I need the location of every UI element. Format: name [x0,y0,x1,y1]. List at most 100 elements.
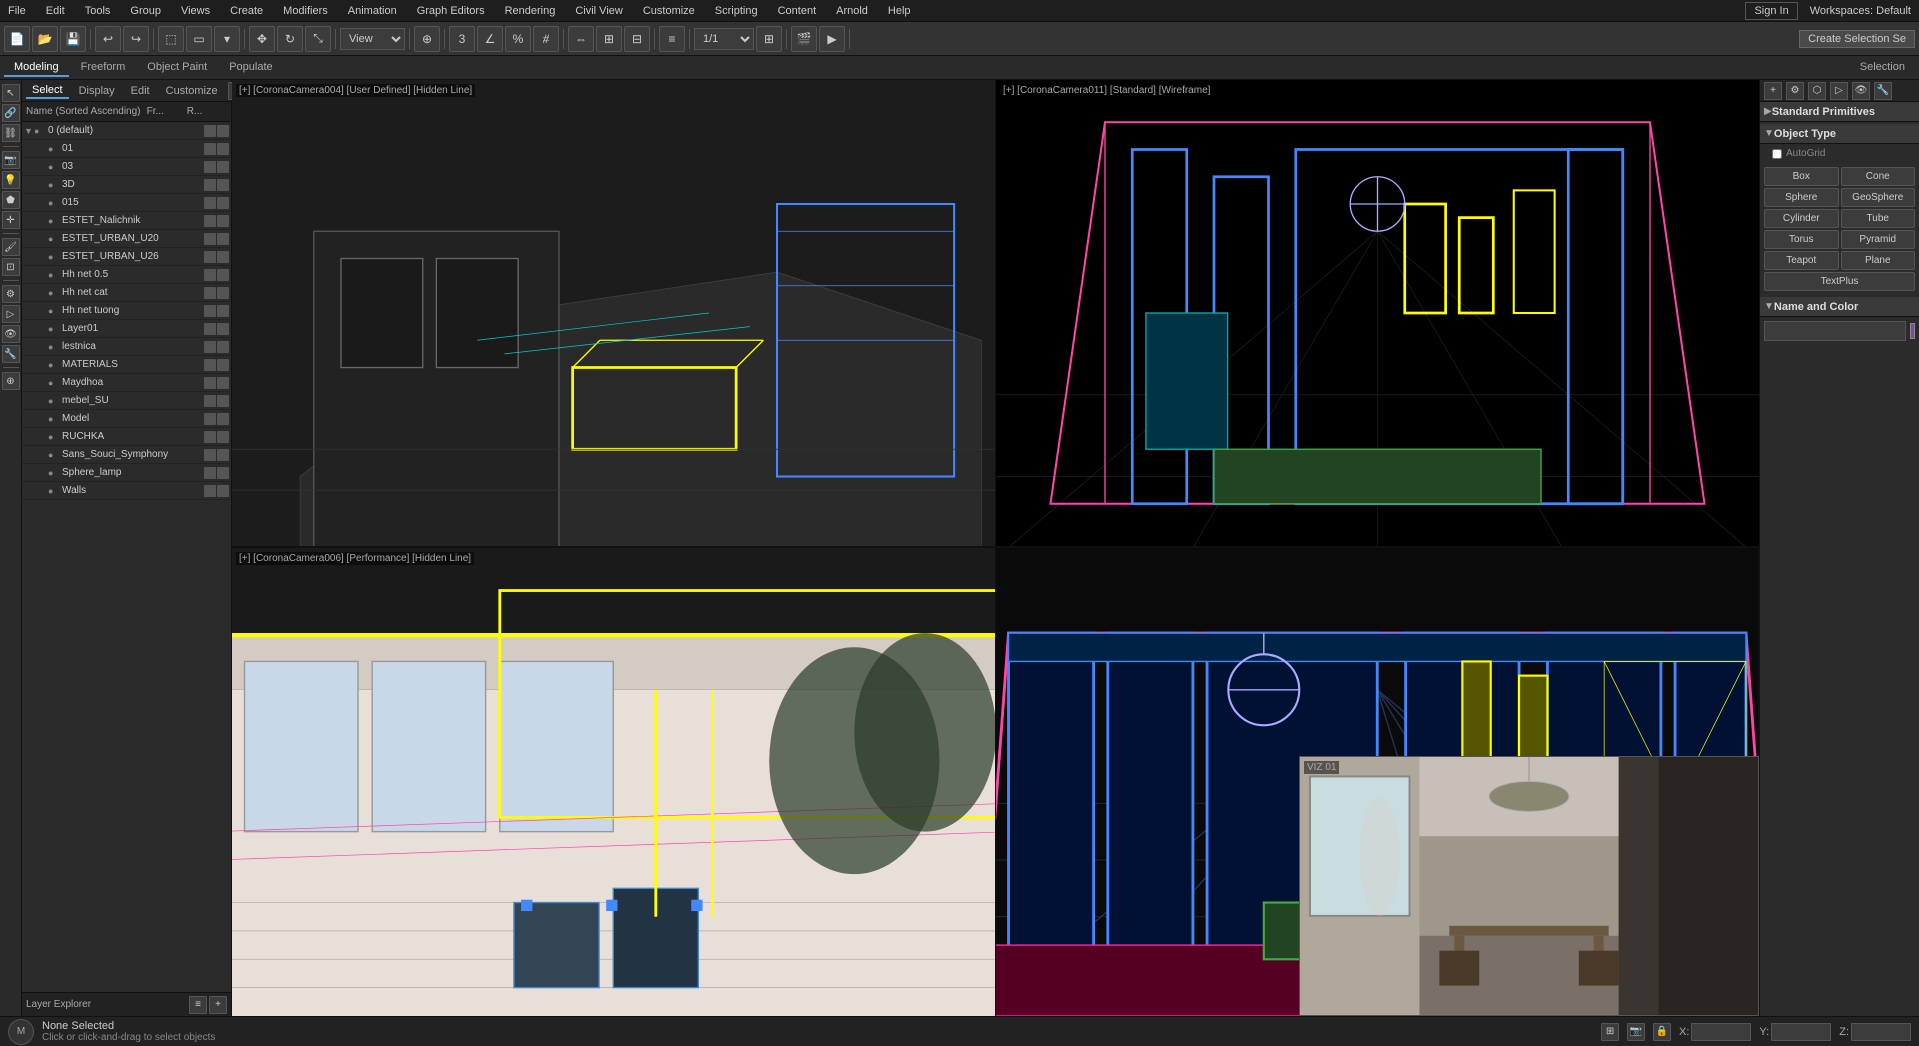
scene-row[interactable]: ●ESTET_Nalichnik [22,212,231,230]
lt-shapes[interactable]: ⬟ [2,191,20,209]
snap-percent-button[interactable]: % [505,26,531,52]
select-filter-dropdown[interactable]: ▾ [214,26,240,52]
scale-button[interactable]: ⤡ [305,26,331,52]
row-visibility-icon[interactable]: ● [48,216,62,226]
tab-selection[interactable]: Selection [1850,59,1915,77]
menu-scripting[interactable]: Scripting [711,3,762,19]
scene-row[interactable]: ●03 [22,158,231,176]
row-render-icon[interactable] [217,395,229,407]
menu-create[interactable]: Create [226,3,267,19]
row-freeze-icon[interactable] [204,161,216,173]
row-visibility-icon[interactable]: ● [48,234,62,244]
rp-btn-sphere[interactable]: Sphere [1764,188,1839,207]
scene-row[interactable]: ●RUCHKA [22,428,231,446]
scene-row[interactable]: ●3D [22,176,231,194]
row-visibility-icon[interactable]: ● [48,378,62,388]
row-render-icon[interactable] [217,197,229,209]
view-dropdown[interactable]: 1/1 [694,28,754,50]
menu-tools[interactable]: Tools [81,3,115,19]
col-name[interactable]: Name (Sorted Ascending) [26,106,147,117]
rp-section-primitives-header[interactable]: ▶ Standard Primitives [1760,102,1919,122]
reference-coord-dropdown[interactable]: View World Screen [340,28,405,50]
redo-button[interactable] [123,26,149,52]
tab-modeling[interactable]: Modeling [4,59,69,77]
coord-z-input[interactable] [1851,1023,1911,1041]
rotate-button[interactable]: ↻ [277,26,303,52]
row-render-icon[interactable] [217,413,229,425]
rp-create-icon[interactable]: + [1764,82,1782,100]
row-visibility-icon[interactable]: ● [48,414,62,424]
row-visibility-icon[interactable]: ● [48,180,62,190]
scene-row[interactable]: ●ESTET_URBAN_U20 [22,230,231,248]
menu-file[interactable]: File [4,3,30,19]
viz-viewport[interactable]: VIZ 01 📷 ⚙ [1299,756,1759,1016]
viewport-camera006[interactable]: [+] [CoronaCamera006] [Performance] [Hid… [232,548,996,1016]
save-button[interactable]: 💾 [60,26,86,52]
row-freeze-icon[interactable] [204,251,216,263]
row-visibility-icon[interactable]: ● [48,450,62,460]
rp-btn-plane[interactable]: Plane [1841,251,1916,270]
menu-modifiers[interactable]: Modifiers [279,3,332,19]
lt-camera[interactable]: 📷 [2,151,20,169]
snap-spinner-button[interactable]: ⧣ [533,26,559,52]
row-freeze-icon[interactable] [204,413,216,425]
row-freeze-icon[interactable] [204,359,216,371]
rp-section-name-color-header[interactable]: ▼ Name and Color [1760,297,1919,317]
scene-row[interactable]: ●01 [22,140,231,158]
tab-freeform[interactable]: Freeform [71,59,136,77]
row-freeze-icon[interactable] [204,269,216,281]
row-render-icon[interactable] [217,143,229,155]
row-visibility-icon[interactable]: ● [48,468,62,478]
row-render-icon[interactable] [217,287,229,299]
col-freeze[interactable]: Fr... [147,106,187,117]
menu-help[interactable]: Help [884,3,915,19]
row-freeze-icon[interactable] [204,179,216,191]
row-render-icon[interactable] [217,233,229,245]
row-render-icon[interactable] [217,125,229,137]
se-footer-btn2[interactable]: + [209,996,227,1014]
create-selection-set-button[interactable]: Create Selection Se [1799,30,1915,48]
autogrid-checkbox[interactable] [1772,149,1782,159]
row-freeze-icon[interactable] [204,431,216,443]
menu-graph-editors[interactable]: Graph Editors [413,3,489,19]
se-tab-select[interactable]: Select [26,83,69,99]
coord-y-input[interactable] [1771,1023,1831,1041]
row-expand-icon[interactable]: ▼ [24,126,34,136]
scene-row[interactable]: ●015 [22,194,231,212]
status-viewport-icon2[interactable]: 📷 [1627,1023,1645,1041]
status-viewport-icon3[interactable]: 🔒 [1653,1023,1671,1041]
rp-motion-icon[interactable]: ▷ [1830,82,1848,100]
row-visibility-icon[interactable]: ● [48,144,62,154]
scene-row[interactable]: ●Model [22,410,231,428]
menu-views[interactable]: Views [177,3,214,19]
menu-arnold[interactable]: Arnold [832,3,872,19]
row-render-icon[interactable] [217,449,229,461]
array-button[interactable]: ⊞ [596,26,622,52]
scene-row[interactable]: ●mebel_SU [22,392,231,410]
row-freeze-icon[interactable] [204,485,216,497]
lt-modifier[interactable]: ⊡ [2,258,20,276]
viewport-camera011[interactable]: [+] [CoronaCamera011] [Standard] [Wirefr… [996,80,1759,546]
mirror-button[interactable]: ⇔ [568,26,594,52]
row-render-icon[interactable] [217,431,229,443]
snap-3d-button[interactable]: 3 [449,26,475,52]
rp-btn-geosphere[interactable]: GeoSphere [1841,188,1916,207]
row-visibility-icon[interactable]: ● [48,486,62,496]
se-tab-display[interactable]: Display [73,84,121,98]
lt-hierarchy[interactable]: ⚙ [2,285,20,303]
rp-btn-pyramid[interactable]: Pyramid [1841,230,1916,249]
row-freeze-icon[interactable] [204,143,216,155]
lt-utilities[interactable]: 🔧 [2,345,20,363]
scene-row[interactable]: ●Hh net tuong [22,302,231,320]
viewport-camera004[interactable]: [+] [CoronaCamera004] [User Defined] [Hi… [232,80,996,546]
select-button[interactable]: ⬚ [158,26,184,52]
row-visibility-icon[interactable]: ● [34,126,48,136]
scene-row[interactable]: ●Sphere_lamp [22,464,231,482]
lt-unlink[interactable]: ⛓ [2,124,20,142]
row-render-icon[interactable] [217,179,229,191]
se-footer-btn1[interactable]: ≡ [189,996,207,1014]
name-input[interactable] [1764,321,1906,341]
se-tab-edit[interactable]: Edit [125,84,156,98]
scene-row[interactable]: ●MATERIALS [22,356,231,374]
row-freeze-icon[interactable] [204,377,216,389]
